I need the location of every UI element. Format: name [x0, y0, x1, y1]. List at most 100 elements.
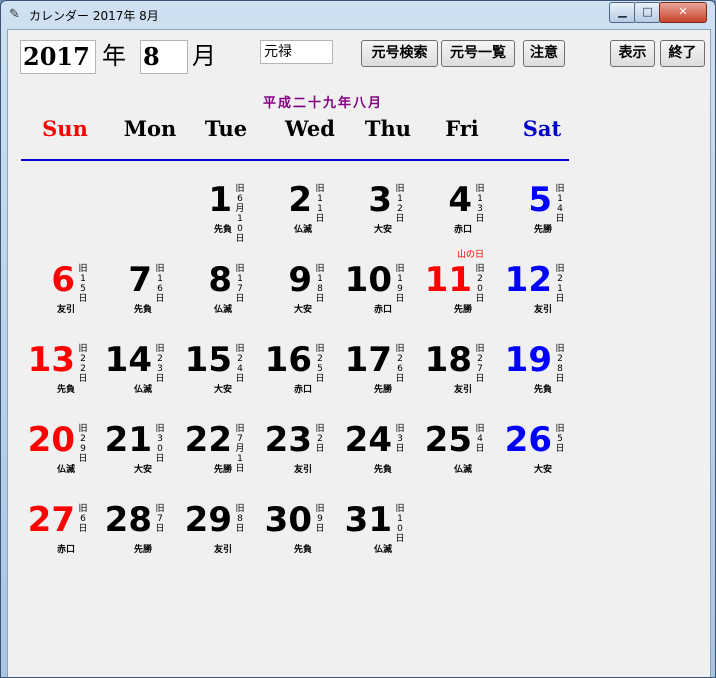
rokuyo-label: 先負: [373, 465, 392, 475]
day-cell-20[interactable]: 20 旧 2 9 日仏滅: [25, 420, 105, 500]
lunar-date: 旧11日: [315, 184, 325, 224]
day-number: 27: [27, 500, 75, 540]
japanese-era-date: 平成二十九年八月: [262, 96, 383, 111]
day-cell-12[interactable]: 12 旧 2 1 日友引: [502, 260, 582, 340]
day-cell-10[interactable]: 10 旧 1 9 日赤口: [342, 260, 422, 340]
rokuyo-label: 大安: [373, 225, 392, 235]
rokuyo-label: 仏滅: [213, 305, 232, 315]
era-name-input[interactable]: 元禄: [260, 40, 333, 64]
day-number: 18: [424, 340, 472, 380]
lunar-date: 旧7日: [155, 504, 165, 534]
day-number: 15: [184, 340, 232, 380]
day-cell-18[interactable]: 18 旧 2 7 日友引: [422, 340, 502, 420]
year-input[interactable]: 2017: [20, 40, 96, 74]
rokuyo-label: 友引: [453, 385, 472, 395]
day-cell-6[interactable]: 6 旧 1 5 日友引: [25, 260, 105, 340]
day-cell-2[interactable]: 2 旧 1 1 日仏滅: [262, 180, 342, 260]
day-number: 16: [264, 340, 312, 380]
day-cell-14[interactable]: 14 旧 2 3 日仏滅: [102, 340, 182, 420]
rokuyo-label: 大安: [533, 465, 552, 475]
lunar-date: 旧17日: [235, 264, 245, 304]
day-number: 30: [264, 500, 312, 540]
day-cell-26[interactable]: 26 旧 5 日大安: [502, 420, 582, 500]
day-cell-15[interactable]: 15 旧 2 4 日大安: [182, 340, 262, 420]
day-cell-17[interactable]: 17 旧 2 6 日先勝: [342, 340, 422, 420]
day-number: 12: [504, 260, 552, 300]
day-number: 13: [27, 340, 75, 380]
rokuyo-label: 友引: [293, 465, 312, 475]
lunar-date: 旧24日: [235, 344, 245, 384]
rokuyo-label: 友引: [533, 305, 552, 315]
day-cell-21[interactable]: 21 旧 3 0 日大安: [102, 420, 182, 500]
day-cell-19[interactable]: 19 旧 2 8 日先負: [502, 340, 582, 420]
rokuyo-label: 赤口: [373, 305, 392, 315]
day-cell-30[interactable]: 30 旧 9 日先負: [262, 500, 342, 580]
lunar-date: 旧14日: [555, 184, 565, 224]
rokuyo-label: 赤口: [453, 225, 472, 235]
quit-button[interactable]: 終了: [660, 40, 705, 67]
day-cell-25[interactable]: 25 旧 4 日仏滅: [422, 420, 502, 500]
day-number: 28: [104, 500, 152, 540]
lunar-date: 旧6日: [78, 504, 88, 534]
day-number: 24: [344, 420, 392, 460]
day-cell-24[interactable]: 24 旧 3 日先負: [342, 420, 422, 500]
day-cell-23[interactable]: 23 旧 2 日友引: [262, 420, 342, 500]
era-list-button[interactable]: 元号一覧: [441, 40, 515, 67]
lunar-date: 旧25日: [315, 344, 325, 384]
maximize-button[interactable]: □: [634, 2, 661, 23]
day-cell-13[interactable]: 13 旧 2 2 日先負: [25, 340, 105, 420]
day-cell-3[interactable]: 3 旧 1 2 日大安: [342, 180, 422, 260]
day-cell-31[interactable]: 31 旧 1 0 日仏滅: [342, 500, 422, 580]
day-number: 9: [288, 260, 312, 300]
rokuyo-label: 仏滅: [133, 385, 152, 395]
era-search-button[interactable]: 元号検索: [361, 40, 438, 67]
rokuyo-label: 先勝: [533, 225, 552, 235]
day-cell-22[interactable]: 22 旧 7 月 1 日先勝: [182, 420, 262, 500]
rokuyo-label: 大安: [213, 385, 232, 395]
lunar-date: 旧10日: [395, 504, 405, 544]
show-button[interactable]: 表示: [610, 40, 655, 67]
day-cell-1[interactable]: 1 旧 6 月 1 0 日先負: [182, 180, 262, 260]
day-number: 5: [528, 180, 552, 220]
lunar-date: 旧8日: [235, 504, 245, 534]
calendar-window: ✎ カレンダー 2017年 8月 ▁ □ ✕ 2017 年 8 月 元禄 元号検…: [0, 0, 716, 678]
lunar-date: 旧23日: [155, 344, 165, 384]
rokuyo-label: 大安: [133, 465, 152, 475]
year-unit-label: 年: [102, 42, 126, 70]
day-cell-7[interactable]: 7 旧 1 6 日先負: [102, 260, 182, 340]
month-input[interactable]: 8: [140, 40, 188, 74]
day-number: 10: [344, 260, 392, 300]
day-cell-5[interactable]: 5 旧 1 4 日先勝: [502, 180, 582, 260]
lunar-date: 旧4日: [475, 424, 485, 454]
day-number: 22: [184, 420, 232, 460]
day-cell-28[interactable]: 28 旧 7 日先勝: [102, 500, 182, 580]
lunar-date: 旧27日: [475, 344, 485, 384]
day-number: 1: [208, 180, 232, 220]
holiday-label: 山の日: [456, 250, 484, 260]
day-cell-29[interactable]: 29 旧 8 日友引: [182, 500, 262, 580]
day-cell-9[interactable]: 9 旧 1 8 日大安: [262, 260, 342, 340]
title-bar[interactable]: ✎ カレンダー 2017年 8月 ▁ □ ✕: [1, 1, 715, 29]
rokuyo-label: 先負: [56, 385, 75, 395]
day-number: 20: [27, 420, 75, 460]
lunar-date: 旧13日: [475, 184, 485, 224]
day-number: 31: [344, 500, 392, 540]
day-cell-11[interactable]: 11 旧 2 0 日先勝 山の日: [422, 250, 502, 340]
rokuyo-label: 先勝: [373, 385, 392, 395]
rokuyo-label: 仏滅: [56, 465, 75, 475]
day-cell-8[interactable]: 8 旧 1 7 日仏滅: [182, 260, 262, 340]
day-number: 4: [448, 180, 472, 220]
day-number: 14: [104, 340, 152, 380]
day-number: 29: [184, 500, 232, 540]
minimize-button[interactable]: ▁: [609, 2, 636, 23]
client-area: 2017 年 8 月 元禄 元号検索 元号一覧 注意 表示 終了 平成二十九年八…: [7, 29, 711, 677]
notice-button[interactable]: 注意: [523, 40, 565, 67]
month-unit-label: 月: [192, 42, 216, 70]
day-cell-27[interactable]: 27 旧 6 日赤口: [25, 500, 105, 580]
lunar-date: 旧16日: [155, 264, 165, 304]
rokuyo-label: 先負: [133, 305, 152, 315]
day-cell-16[interactable]: 16 旧 2 5 日赤口: [262, 340, 342, 420]
rokuyo-label: 先勝: [213, 465, 232, 475]
close-button[interactable]: ✕: [659, 2, 707, 23]
lunar-date: 旧19日: [395, 264, 405, 304]
